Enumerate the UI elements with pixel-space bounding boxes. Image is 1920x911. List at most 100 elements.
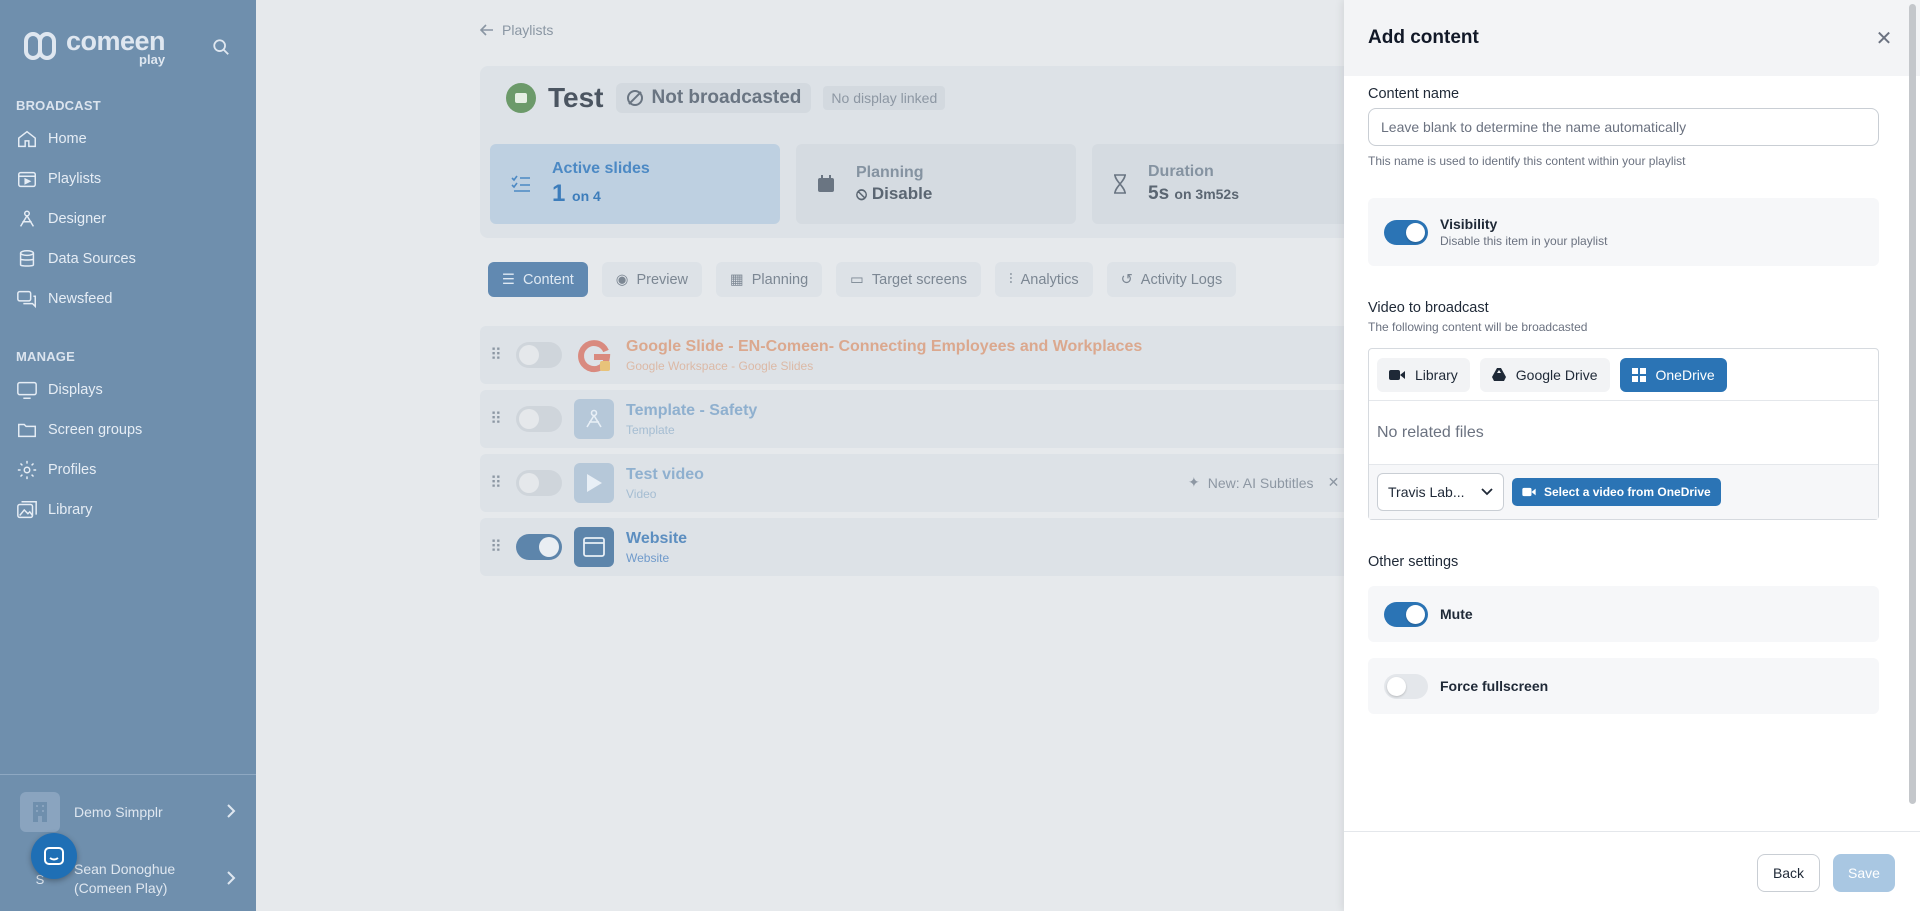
chat-support-button[interactable] [31,833,77,879]
stat-label: Planning [856,164,924,181]
sidebar-item-label: Library [48,502,93,518]
save-button[interactable]: Save [1833,854,1895,892]
add-content-drawer: Add content ✕ Content name Leave blank t… [1344,0,1920,911]
monitor-icon [17,381,37,399]
drawer-footer: Back Save [1344,831,1920,911]
mute-toggle[interactable] [1384,601,1428,627]
hourglass-icon [1114,174,1126,194]
newsfeed-icon [17,290,36,309]
logo-mark-icon [24,30,62,64]
play-circle-icon: ◉ [615,271,629,288]
source-tabs: Library Google Drive OneDrive [1369,349,1878,401]
empty-state-text: No related files [1369,401,1878,465]
sidebar-item-label: Displays [48,382,103,398]
comeen-play-logo[interactable]: comeen play [24,28,166,66]
drag-handle-icon[interactable]: ⠿ [490,345,504,365]
video-play-icon [574,463,614,503]
list-check-icon [511,175,530,192]
sidebar-item-library[interactable]: Library [0,490,256,530]
images-icon [17,501,37,519]
sidebar-item-displays[interactable]: Displays [0,370,256,410]
fullscreen-setting: Force fullscreen [1368,658,1879,714]
sidebar-item-newsfeed[interactable]: Newsfeed [0,279,256,319]
sidebar-item-designer[interactable]: Designer [0,199,256,239]
item-subtitle: Template [626,422,675,437]
user-name: Sean Donoghue [74,861,176,877]
sidebar-item-playlists[interactable]: Playlists [0,159,256,199]
close-icon[interactable]: ✕ [1872,26,1896,50]
video-camera-icon [1389,369,1405,380]
no-display-badge: No display linked [823,86,946,110]
drive-select[interactable]: Travis Lab... [1377,473,1504,511]
stat-suffix: on 4 [572,188,601,204]
sidebar-item-profiles[interactable]: Profiles [0,450,256,490]
chevron-right-icon [226,870,236,888]
source-tab-onedrive[interactable]: OneDrive [1619,357,1727,392]
slide-toggle[interactable] [516,406,562,432]
item-subtitle: Video [626,486,657,501]
tab-target-screens[interactable]: ▭ Target screens [836,262,981,297]
sidebar-item-label: Designer [48,211,107,227]
duration-card[interactable]: Duration 5s on 3m52s [1092,144,1372,224]
tab-preview[interactable]: ◉ Preview [601,262,703,297]
mute-label: Mute [1440,606,1473,622]
playlist-icon [18,171,36,188]
drag-handle-icon[interactable]: ⠿ [490,409,504,429]
content-name-input[interactable]: Leave blank to determine the name automa… [1368,108,1879,146]
active-slides-card[interactable]: Active slides 1 on 4 [490,144,780,224]
back-button[interactable]: Back [1757,854,1820,892]
breadcrumb-link[interactable]: Playlists [502,22,553,38]
visibility-title: Visibility [1440,216,1498,232]
home-icon [18,130,36,148]
logo-row: comeen play [0,0,256,70]
tab-planning[interactable]: ▦ Planning [716,262,823,297]
fullscreen-toggle[interactable] [1384,673,1428,699]
sidebar-item-data-sources[interactable]: Data Sources [0,239,256,279]
drag-handle-icon[interactable]: ⠿ [490,473,504,493]
stat-value: 1 [552,180,566,207]
item-subtitle: Website [626,550,670,565]
sparkle-icon: ✦ [1188,474,1200,490]
search-icon[interactable] [210,36,232,58]
tab-analytics[interactable]: ⫶ Analytics [994,262,1093,297]
building-icon [20,792,60,832]
chevron-right-icon [226,803,236,821]
monitor-icon: ▭ [850,271,864,288]
organization-name: Demo Simpplr [74,804,163,820]
sidebar-item-label: Profiles [48,462,97,478]
scrollbar[interactable] [1909,4,1916,804]
other-settings: Other settings Mute Force fullscreen [1368,554,1879,714]
manage-section-title: MANAGE [16,349,75,364]
stat-value: Disable [871,184,933,203]
page-title: Test [548,82,604,113]
breadcrumb[interactable]: Playlists [480,22,553,38]
select-video-button[interactable]: Select a video from OneDrive [1512,478,1721,506]
file-picker-row: Travis Lab... Select a video from OneDri… [1369,465,1878,519]
google-slides-icon [574,335,614,375]
source-tab-library[interactable]: Library [1377,357,1470,392]
broadcast-section-title: BROADCAST [16,98,101,113]
video-help: The following content will be broadcaste… [1368,320,1588,334]
source-tab-google-drive[interactable]: Google Drive [1479,357,1610,392]
content-name-help: This name is used to identify this conte… [1368,154,1686,168]
slide-toggle[interactable] [516,342,562,368]
sidebar-item-label: Home [48,131,87,147]
slide-toggle[interactable] [516,534,562,560]
tab-activity-logs[interactable]: ↺ Activity Logs [1106,262,1237,297]
drag-handle-icon[interactable]: ⠿ [490,537,504,557]
content-name-label: Content name [1368,86,1460,102]
browser-window-icon [574,527,614,567]
planning-card[interactable]: Planning ⦸ Disable [796,144,1076,224]
chat-icon [44,847,64,865]
item-title: Google Slide - EN-Comeen- Connecting Emp… [626,337,1143,355]
visibility-toggle[interactable] [1384,219,1428,245]
sidebar-item-home[interactable]: Home [0,119,256,159]
ai-subtitles-badge[interactable]: ✦ New: AI Subtitles ✕ [1188,474,1339,491]
calendar-icon [818,175,834,192]
tab-content[interactable]: ☰ Content [488,262,588,297]
close-icon[interactable]: ✕ [1328,474,1340,491]
item-title: Website [626,529,688,547]
other-settings-label: Other settings [1368,554,1459,570]
sidebar-item-screen-groups[interactable]: Screen groups [0,410,256,450]
slide-toggle[interactable] [516,470,562,496]
